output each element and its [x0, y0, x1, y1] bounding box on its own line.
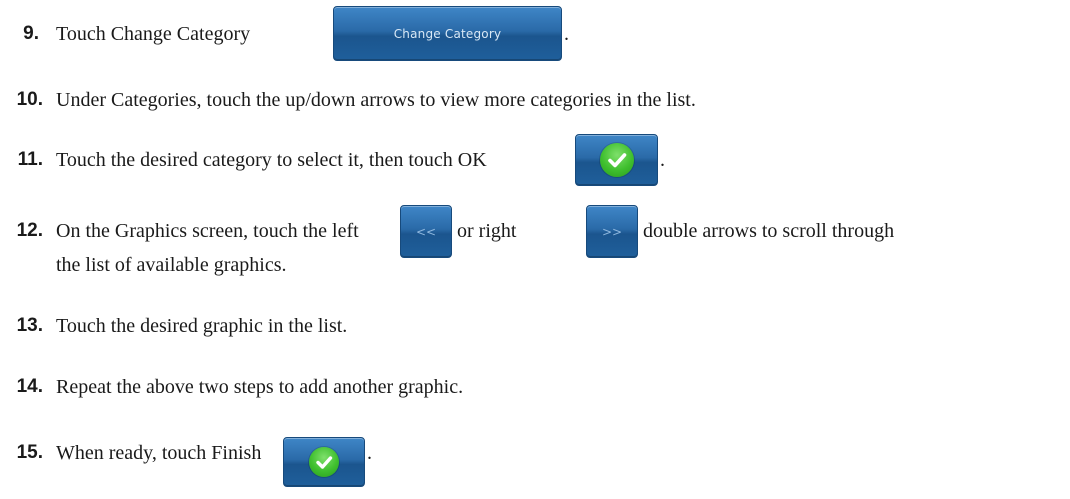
finish-button[interactable]	[283, 437, 365, 487]
step-number: 10.	[16, 89, 43, 110]
step-text-end: .	[367, 442, 372, 464]
step-number: 11.	[17, 149, 43, 170]
check-icon	[599, 143, 634, 177]
step-text: Touch Change Category	[56, 23, 251, 45]
step-text: On the Graphics screen, touch the left	[56, 220, 359, 242]
step-text-end: .	[660, 149, 665, 171]
step-text: Touch the desired graphic in the list.	[56, 315, 348, 337]
step-number: 15.	[16, 442, 43, 463]
step-text: Touch the desired category to select it,…	[56, 149, 487, 171]
step-text: Under Categories, touch the up/down arro…	[56, 89, 696, 111]
step-text: Repeat the above two steps to add anothe…	[56, 376, 464, 398]
step-text-middle: or right	[457, 220, 517, 242]
step-number: 9.	[23, 23, 39, 44]
step-number: 13.	[16, 315, 43, 336]
ok-button[interactable]	[575, 134, 658, 186]
step-number: 12.	[16, 220, 43, 241]
change-category-label: Change Category	[393, 26, 502, 41]
change-category-button[interactable]: Change Category	[333, 6, 562, 61]
check-icon	[309, 447, 339, 477]
step-number: 14.	[16, 376, 43, 397]
step-text-end: .	[564, 23, 569, 45]
right-arrow-button[interactable]: >>	[586, 205, 638, 258]
double-right-arrow-icon: >>	[601, 224, 623, 239]
step-text: When ready, touch Finish	[56, 442, 262, 464]
double-left-arrow-icon: <<	[415, 224, 437, 239]
step-text: the list of available graphics.	[56, 254, 287, 276]
left-arrow-button[interactable]: <<	[400, 205, 452, 258]
step-text-end: double arrows to scroll through	[643, 220, 895, 242]
